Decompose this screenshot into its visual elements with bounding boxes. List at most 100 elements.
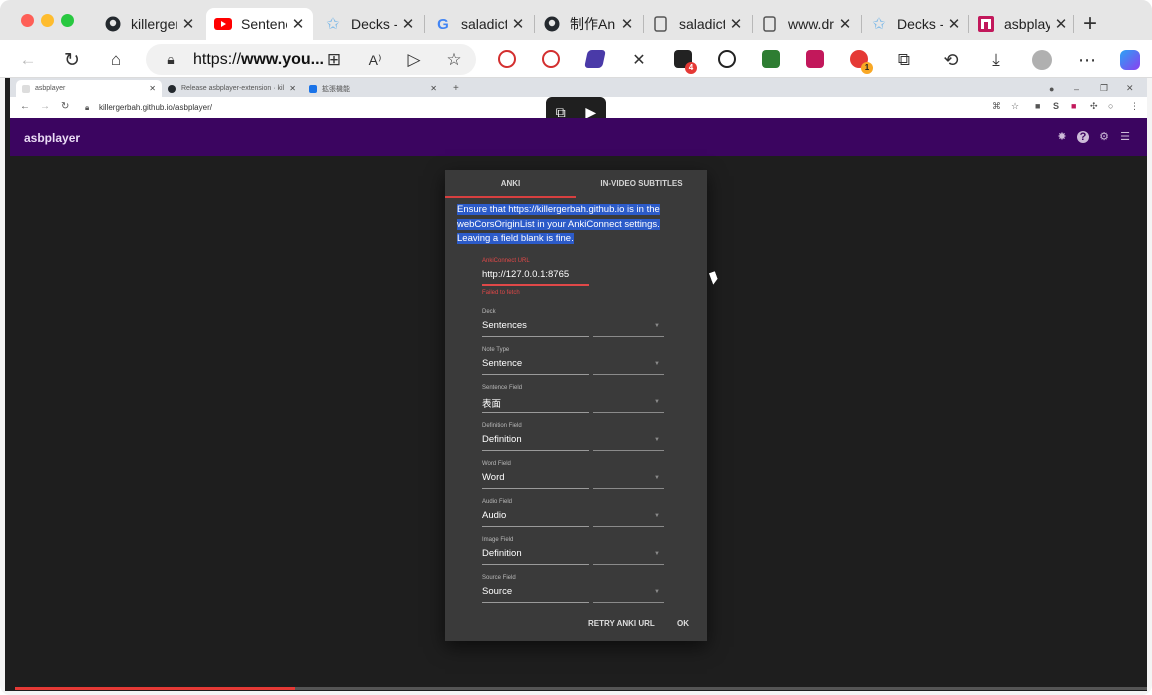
sentence-field[interactable]: Sentence Field 表面: [482, 385, 522, 410]
outer-tab-youtube-sentence[interactable]: Sentence ✕: [206, 8, 313, 40]
help-icon[interactable]: ?: [1077, 131, 1089, 143]
outer-tab-www-dr[interactable]: www.dr ✕: [753, 8, 860, 40]
close-tab-icon[interactable]: ✕: [620, 15, 634, 33]
chevron-down-icon[interactable]: ▼: [654, 589, 660, 595]
outer-tab-anki-decks[interactable]: ✩ Decks - ✕: [316, 8, 423, 40]
lock-icon[interactable]: 🔒︎: [160, 48, 182, 70]
image-select[interactable]: [593, 564, 664, 565]
playlist-icon[interactable]: ☰: [1119, 131, 1131, 143]
inner-back-icon[interactable]: ←: [20, 101, 30, 112]
inner-puzzle-icon[interactable]: ✣: [1090, 101, 1098, 112]
close-tab-icon[interactable]: ✕: [729, 15, 743, 33]
audio-field[interactable]: Audio Field Audio: [482, 499, 512, 521]
image-field[interactable]: Image Field Definition: [482, 537, 522, 559]
refresh-icon[interactable]: ↻: [61, 49, 83, 71]
close-tab-icon[interactable]: ✕: [511, 15, 525, 33]
outer-tab-anki-decks-2[interactable]: ✩ Decks - ✕: [862, 8, 969, 40]
retry-anki-url-button[interactable]: RETRY ANKI URL: [588, 619, 655, 628]
new-tab-plus-icon[interactable]: +: [1083, 10, 1097, 38]
inner-tab-extensions[interactable]: 拡張機能 ✕: [303, 80, 443, 97]
close-tab-icon[interactable]: ✕: [1054, 15, 1068, 33]
inner-star-icon[interactable]: ☆: [1011, 101, 1019, 112]
chevron-down-icon[interactable]: ▼: [654, 323, 660, 329]
download-extension-icon[interactable]: [762, 50, 780, 68]
close-tab-icon[interactable]: ✕: [149, 84, 156, 93]
apps-grid-icon[interactable]: ⊞: [323, 49, 345, 71]
play-extension-icon[interactable]: [498, 50, 516, 68]
inner-new-tab-icon[interactable]: +: [447, 80, 465, 97]
word-select[interactable]: [593, 488, 664, 489]
inner-close-icon[interactable]: ✕: [1120, 80, 1140, 97]
chevron-down-icon[interactable]: ▼: [654, 399, 660, 405]
inner-ext-asb-icon[interactable]: ■: [1071, 101, 1076, 111]
note-type-field[interactable]: Note Type Sentence: [482, 347, 522, 369]
chevron-down-icon[interactable]: ▼: [654, 513, 660, 519]
close-window-button[interactable]: [21, 14, 34, 27]
address-bar[interactable]: 🔒︎ https://www.you...: [146, 44, 476, 75]
outer-tab-asbplayer[interactable]: asbplay ✕: [969, 8, 1076, 40]
chevron-down-icon[interactable]: ▼: [654, 551, 660, 557]
source-select[interactable]: [593, 602, 664, 603]
read-aloud-icon[interactable]: A⁾: [364, 49, 386, 71]
close-tab-icon[interactable]: ✕: [181, 15, 195, 33]
definition-select[interactable]: [593, 450, 664, 451]
deck-field[interactable]: Deck Sentences: [482, 309, 527, 331]
copilot-icon[interactable]: [1119, 49, 1141, 71]
chevron-down-icon[interactable]: ▼: [654, 437, 660, 443]
close-tab-icon[interactable]: ✕: [291, 15, 305, 33]
inner-translate-icon[interactable]: ⌘: [992, 101, 1001, 112]
outer-tab-google-saladict[interactable]: G saladict ✕: [426, 8, 533, 40]
shuffle-extension-icon[interactable]: ✕: [628, 49, 650, 71]
zoom-window-button[interactable]: [61, 14, 74, 27]
inner-menu-icon[interactable]: ⋮: [1130, 101, 1139, 112]
home-icon[interactable]: ⌂: [105, 49, 127, 71]
close-tab-icon[interactable]: ✕: [430, 84, 437, 93]
word-field[interactable]: Word Field Word: [482, 461, 511, 483]
inner-profile-icon-2[interactable]: ○: [1108, 101, 1113, 111]
inner-address-url[interactable]: killergerbah.github.io/asbplayer/: [99, 103, 212, 112]
inner-refresh-icon[interactable]: ↻: [61, 101, 69, 112]
inner-minimize-icon[interactable]: –: [1068, 80, 1085, 97]
inner-restore-icon[interactable]: ❐: [1094, 80, 1114, 97]
history-icon[interactable]: ⟲: [940, 49, 962, 71]
pen-extension-icon[interactable]: [584, 50, 606, 68]
deck-select[interactable]: [593, 336, 664, 337]
inner-ext-1-icon[interactable]: ■: [1035, 101, 1040, 111]
inner-forward-icon[interactable]: →: [40, 101, 50, 112]
chevron-down-icon[interactable]: ▼: [654, 475, 660, 481]
tab-in-video-subtitles[interactable]: IN-VIDEO SUBTITLES: [576, 170, 707, 198]
more-menu-icon[interactable]: ⋯: [1076, 49, 1098, 71]
favorite-star-icon[interactable]: ☆: [443, 49, 465, 71]
video-play-icon[interactable]: ▷: [403, 49, 425, 71]
close-tab-icon[interactable]: ✕: [838, 15, 852, 33]
audio-select[interactable]: [593, 526, 664, 527]
outer-tab-saladict-page[interactable]: saladict ✕: [644, 8, 751, 40]
close-tab-icon[interactable]: ✕: [289, 84, 296, 93]
chevron-down-icon[interactable]: ▼: [654, 361, 660, 367]
bug-icon[interactable]: ✸: [1056, 131, 1068, 143]
sentence-select[interactable]: [593, 412, 664, 413]
download-icon[interactable]: ⤓: [985, 49, 1007, 71]
inner-tab-release[interactable]: Release asbplayer-extension · kil ✕: [162, 80, 302, 97]
definition-field[interactable]: Definition Field Definition: [482, 423, 522, 445]
profile-avatar-icon[interactable]: [1031, 49, 1053, 71]
inner-tab-asbplayer[interactable]: asbplayer ✕: [16, 80, 162, 97]
ok-button[interactable]: OK: [677, 619, 689, 628]
outer-tab-github-anki[interactable]: 制作Anki ✕: [535, 8, 642, 40]
inner-profile-icon[interactable]: ●: [1043, 80, 1060, 97]
close-tab-icon[interactable]: ✕: [401, 15, 415, 33]
inner-ext-s-icon[interactable]: S: [1053, 101, 1059, 111]
close-tab-icon[interactable]: ✕: [947, 15, 961, 33]
outer-tab-github-killergerbah[interactable]: killergerbah ✕: [96, 8, 203, 40]
asbplayer-extension-icon[interactable]: [806, 50, 824, 68]
back-arrow-icon[interactable]: ←: [17, 49, 39, 71]
record-extension-icon[interactable]: [718, 50, 736, 68]
search-extension-icon[interactable]: [542, 50, 560, 68]
anki-connect-url-field[interactable]: AnkiConnect URL http://127.0.0.1:8765: [482, 258, 569, 280]
minimize-window-button[interactable]: [41, 14, 54, 27]
source-field[interactable]: Source Field Source: [482, 575, 516, 597]
tab-anki[interactable]: ANKI: [445, 170, 576, 198]
note-type-select[interactable]: [593, 374, 664, 375]
extensions-puzzle-icon[interactable]: ⧉: [893, 49, 915, 71]
settings-gear-icon[interactable]: ⚙: [1098, 131, 1110, 143]
